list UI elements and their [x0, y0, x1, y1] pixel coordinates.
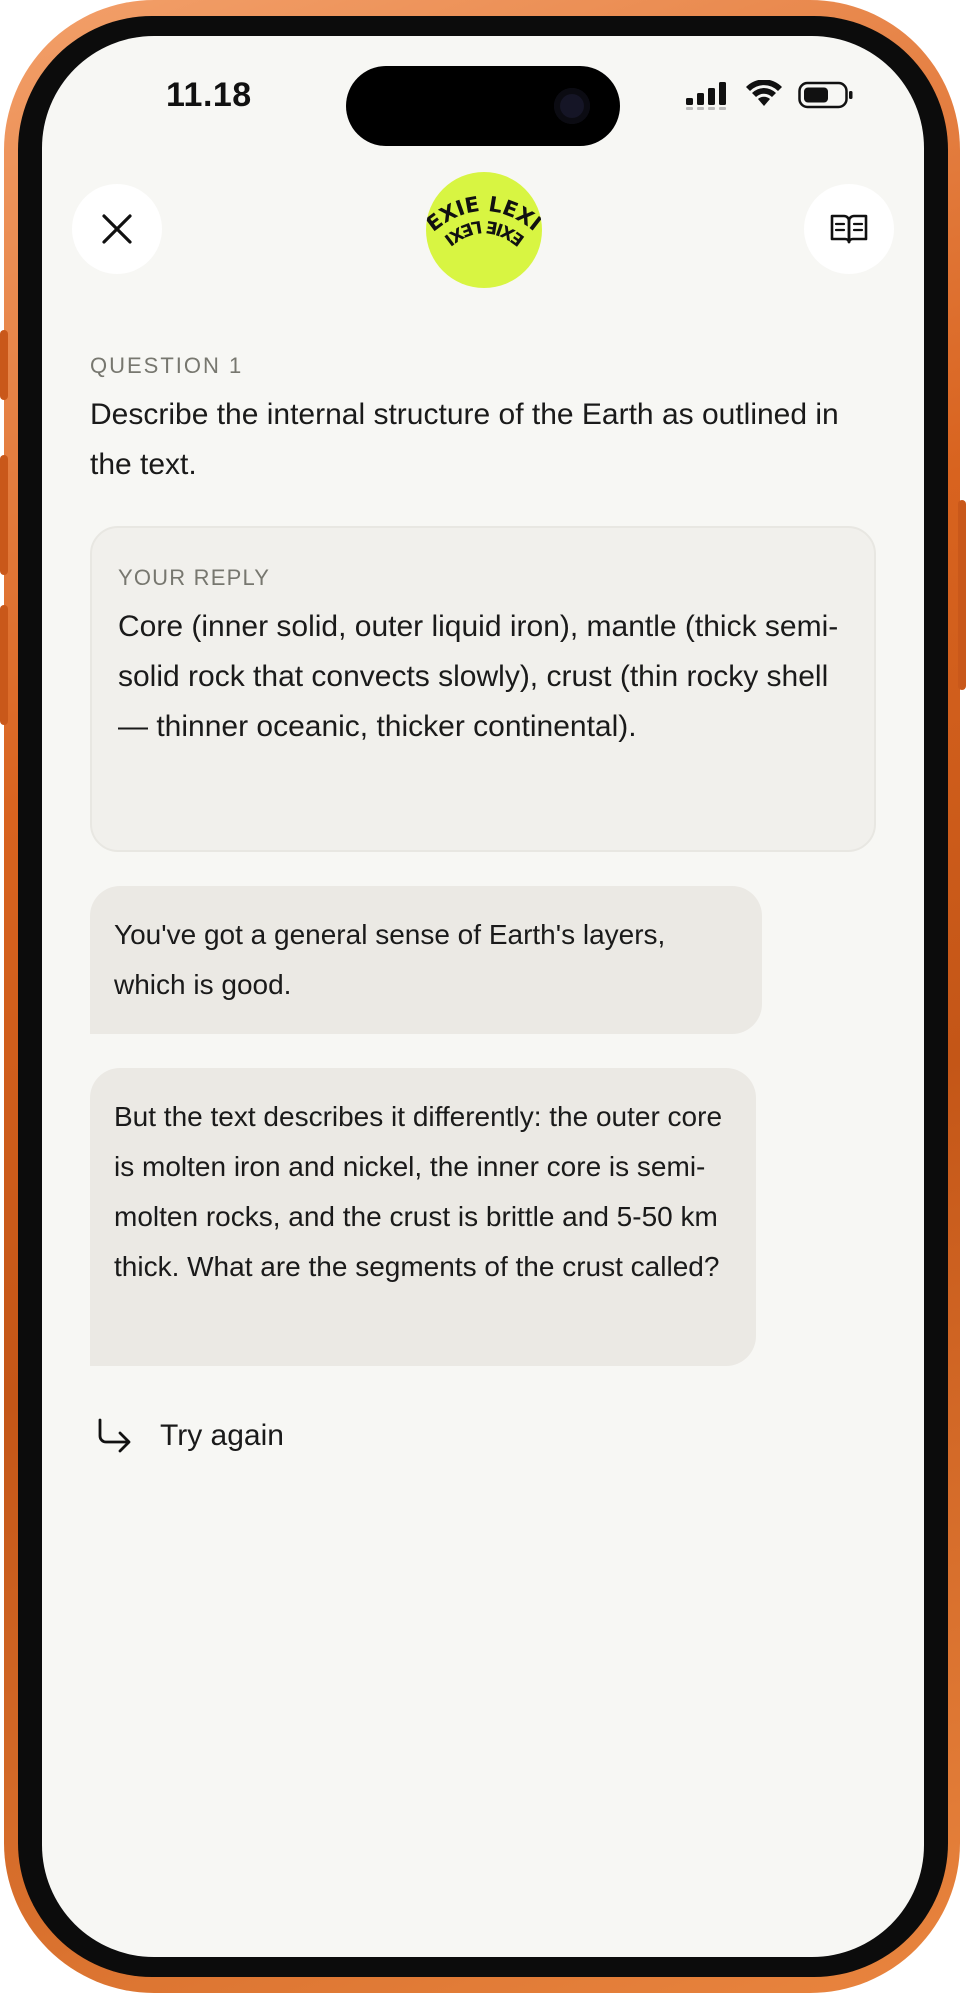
book-button[interactable] [804, 184, 894, 274]
phone-side-button-volume-up [0, 455, 8, 575]
try-again-label: Try again [160, 1419, 284, 1452]
feedback-bubble: But the text describes it differently: t… [90, 1068, 756, 1366]
lexie-logo: LEXIE LEXIE LEXIE LEXIE [426, 172, 542, 288]
wifi-icon [746, 80, 782, 106]
battery-icon [798, 81, 853, 109]
reply-text: Core (inner solid, outer liquid iron), m… [118, 610, 839, 743]
feedback-bubble: You've got a general sense of Earth's la… [90, 886, 762, 1034]
question-text: Describe the internal structure of the E… [90, 398, 839, 481]
front-camera [554, 88, 590, 124]
close-button[interactable] [72, 184, 162, 274]
return-arrow-icon [98, 1418, 131, 1453]
signal-icon [686, 82, 726, 110]
phone-side-button-silent [0, 330, 8, 400]
reply-card: YOUR REPLY Core (inner solid, outer liqu… [90, 526, 876, 852]
try-again-button[interactable]: Try again [96, 1418, 284, 1454]
question-section: QUESTION 1 Describe the internal structu… [90, 352, 880, 490]
status-time: 11.18 [166, 76, 252, 114]
status-icons [686, 80, 854, 110]
screen: 11.18 XIE LEX EXIE LEXI QUESTION 1 Descr… [42, 36, 924, 1957]
reply-label: YOUR REPLY [118, 565, 271, 590]
close-icon [102, 214, 132, 244]
book-icon [830, 214, 868, 244]
phone-side-button-volume-down [0, 605, 8, 725]
question-label: QUESTION 1 [90, 353, 244, 378]
dynamic-island [346, 66, 620, 146]
phone-side-button-power [958, 500, 966, 690]
